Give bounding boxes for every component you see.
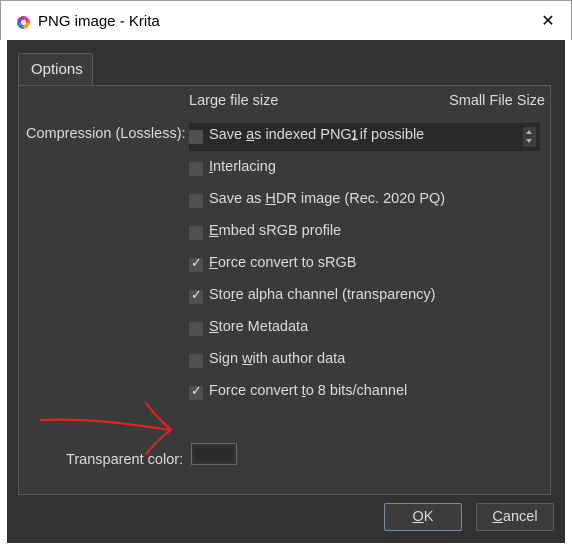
checkbox-unchecked[interactable] — [189, 162, 203, 176]
ok-button[interactable]: OK — [384, 503, 462, 531]
dialog-body: Options Large file size Small File Size … — [7, 40, 565, 543]
tab-options-label: Options — [31, 61, 83, 78]
spin-down-icon[interactable] — [526, 139, 532, 143]
checkbox-row[interactable]: ✓ Force convert to sRGB — [189, 255, 519, 277]
checkbox-label: Embed sRGB profile — [209, 223, 341, 239]
checkbox-row[interactable]: Interlacing — [189, 159, 519, 181]
compression-label: Compression (Lossless): — [26, 126, 186, 142]
transparent-color-swatch — [195, 447, 233, 461]
checkbox-label: Save as HDR image (Rec. 2020 PQ) — [209, 191, 445, 207]
checkbox-checked[interactable]: ✓ — [189, 256, 203, 272]
label-text: Save as — [209, 191, 266, 207]
red-arrow-annotation — [39, 401, 173, 456]
label-text: tore Metadata — [218, 319, 309, 335]
checkbox-label: Force convert to sRGB — [209, 255, 356, 271]
checkbox-unchecked[interactable] — [189, 322, 203, 336]
transparent-color-button[interactable] — [191, 443, 237, 465]
cancel-label-rest: ancel — [502, 509, 538, 525]
label-mnemonic: E — [209, 223, 219, 239]
tab-options[interactable]: Options — [18, 53, 93, 86]
checkbox-label: Save as indexed PNG, if possible — [209, 127, 424, 143]
compression-max-label: Small File Size — [449, 93, 545, 109]
label-text: Sign — [209, 351, 243, 367]
checkbox-row[interactable]: ✓ Store alpha channel (transparency) — [189, 287, 519, 309]
label-mnemonic: H — [265, 191, 276, 207]
title-bar: PNG image - Krita ✕ — [0, 0, 572, 40]
cancel-button[interactable]: Cancel — [476, 503, 554, 531]
ok-label-rest: K — [423, 509, 434, 525]
checkbox-row[interactable]: Embed sRGB profile — [189, 223, 519, 245]
ok-mnemonic: O — [412, 509, 424, 525]
label-mnemonic: S — [209, 319, 219, 335]
checkbox-label: Force convert to 8 bits/channel — [209, 383, 407, 399]
checkbox-label: Store Metadata — [209, 319, 308, 335]
label-mnemonic: w — [242, 351, 253, 367]
spin-up-icon[interactable] — [526, 130, 532, 134]
label-mnemonic: a — [246, 127, 255, 143]
label-text: s indexed PNG, if possible — [254, 127, 425, 143]
checkbox-label: Store alpha channel (transparency) — [209, 287, 436, 303]
checkbox-label: Interlacing — [209, 159, 276, 175]
label-text: e alpha channel (transparency) — [235, 287, 436, 303]
close-button[interactable]: ✕ — [525, 1, 571, 41]
checkbox-row[interactable]: ✓ Force convert to 8 bits/channel — [189, 383, 519, 405]
label-mnemonic: F — [209, 255, 218, 271]
check-icon: ✓ — [191, 384, 202, 399]
checkbox-checked[interactable]: ✓ — [189, 288, 203, 304]
label-text: o 8 bits/channel — [305, 383, 408, 399]
label-text: DR image (Rec. 2020 PQ) — [275, 191, 446, 207]
compression-min-label: Large file size — [189, 93, 279, 109]
checkbox-unchecked[interactable] — [189, 194, 203, 208]
arrow-shaft — [39, 418, 172, 432]
checkbox-row[interactable]: Sign with author data — [189, 351, 519, 373]
checkbox-label: Sign with author data — [209, 351, 345, 367]
label-text: Force convert — [209, 383, 302, 399]
label-text: ith author data — [252, 351, 346, 367]
window-title: PNG image - Krita — [38, 13, 160, 30]
check-icon: ✓ — [191, 288, 202, 303]
label-text: nterlacing — [213, 159, 276, 175]
checkbox-row[interactable]: Save as indexed PNG, if possible — [189, 127, 519, 149]
label-text: orce convert to sRGB — [217, 255, 357, 271]
cancel-mnemonic: C — [492, 509, 503, 525]
checkbox-unchecked[interactable] — [189, 226, 203, 240]
spinbox-arrows[interactable] — [523, 127, 536, 147]
label-text: Save — [209, 127, 247, 143]
checkbox-row[interactable]: Store Metadata — [189, 319, 519, 341]
checkbox-checked[interactable]: ✓ — [189, 384, 203, 400]
krita-app-icon — [17, 16, 30, 29]
checkbox-unchecked[interactable] — [189, 130, 203, 144]
checkbox-unchecked[interactable] — [189, 354, 203, 368]
check-icon: ✓ — [191, 256, 202, 271]
label-text: mbed sRGB profile — [218, 223, 342, 239]
label-text: Sto — [209, 287, 231, 303]
checkbox-row[interactable]: Save as HDR image (Rec. 2020 PQ) — [189, 191, 519, 213]
